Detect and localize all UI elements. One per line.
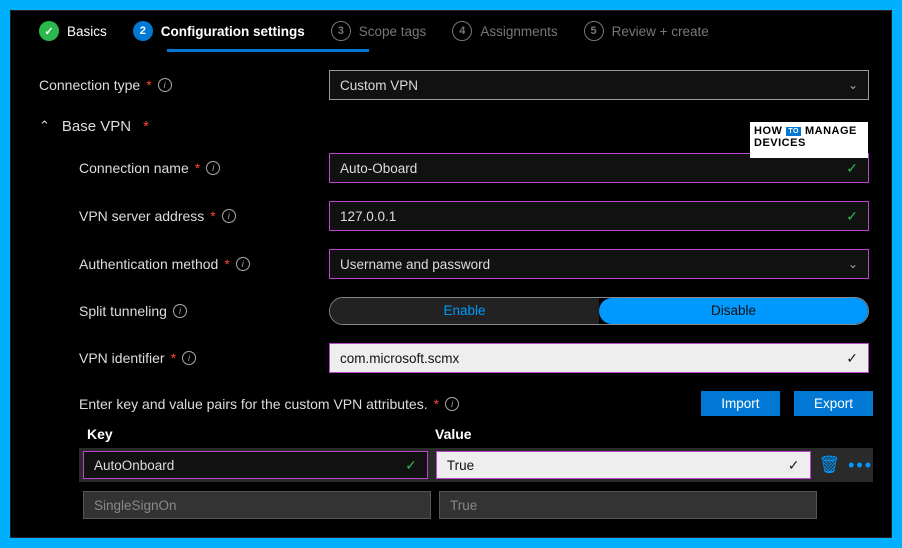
step-label: Review + create: [612, 24, 709, 39]
step-number: 2: [133, 21, 153, 41]
watermark-logo: HOWTOMANAGE DEVICES: [750, 122, 868, 158]
step-label: Scope tags: [359, 24, 427, 39]
step-assignments[interactable]: 4 Assignments: [452, 21, 557, 41]
check-icon: ✓: [405, 457, 417, 474]
step-basics[interactable]: ✓ Basics: [39, 21, 107, 41]
info-icon[interactable]: i: [206, 161, 220, 175]
info-icon[interactable]: i: [173, 304, 187, 318]
key-cell[interactable]: AutoOnboard ✓: [83, 451, 428, 479]
auth-method-select[interactable]: Username and password ⌄: [329, 249, 869, 279]
input-value: Auto-Oboard: [340, 161, 417, 176]
wizard-stepper: ✓ Basics 2 Configuration settings 3 Scop…: [39, 11, 873, 49]
step-number: 5: [584, 21, 604, 41]
input-value: 127.0.0.1: [340, 209, 396, 224]
vpn-server-input[interactable]: 127.0.0.1 ✓: [329, 201, 869, 231]
base-vpn-section-header[interactable]: ⌃ Base VPN*: [39, 118, 873, 135]
split-tunnel-toggle[interactable]: Enable Disable: [329, 297, 869, 325]
step-label: Assignments: [480, 24, 557, 39]
value-cell[interactable]: True: [439, 491, 817, 519]
check-icon: ✓: [39, 21, 59, 41]
step-number: 3: [331, 21, 351, 41]
table-row: AutoOnboard ✓ True ✓ 🗑 •••: [79, 448, 873, 482]
check-icon: ✓: [846, 350, 858, 367]
vpn-id-label: VPN identifier* i: [39, 350, 329, 366]
more-icon[interactable]: •••: [848, 455, 873, 476]
section-title: Base VPN: [62, 118, 131, 135]
step-scope[interactable]: 3 Scope tags: [331, 21, 427, 41]
step-label: Basics: [67, 24, 107, 39]
info-icon[interactable]: i: [236, 257, 250, 271]
step-number: 4: [452, 21, 472, 41]
step-label: Configuration settings: [161, 24, 305, 39]
kv-table: Key Value AutoOnboard ✓ True ✓ 🗑 ••• Sin…: [79, 426, 873, 522]
vpn-server-label: VPN server address* i: [39, 208, 329, 224]
info-icon[interactable]: i: [445, 397, 459, 411]
chevron-up-icon: ⌃: [39, 118, 50, 134]
select-value: Username and password: [340, 257, 490, 272]
input-value: com.microsoft.scmx: [340, 351, 459, 366]
check-icon: ✓: [788, 457, 800, 474]
check-icon: ✓: [846, 208, 858, 225]
info-icon[interactable]: i: [158, 78, 172, 92]
chevron-down-icon: ⌄: [848, 257, 858, 271]
col-value: Value: [435, 426, 472, 442]
step-config[interactable]: 2 Configuration settings: [133, 21, 305, 41]
kv-prompt: Enter key and value pairs for the custom…: [79, 396, 459, 412]
col-key: Key: [79, 426, 435, 442]
step-review[interactable]: 5 Review + create: [584, 21, 709, 41]
vpn-id-input[interactable]: com.microsoft.scmx ✓: [329, 343, 869, 373]
value-cell[interactable]: True ✓: [436, 451, 811, 479]
active-tab-underline: [167, 49, 369, 52]
info-icon[interactable]: i: [222, 209, 236, 223]
table-row: SingleSignOn True: [79, 488, 873, 522]
select-value: Custom VPN: [340, 78, 418, 93]
info-icon[interactable]: i: [182, 351, 196, 365]
toggle-disable[interactable]: Disable: [599, 298, 868, 324]
connection-name-label: Connection name* i: [39, 160, 329, 176]
auth-method-label: Authentication method* i: [39, 256, 329, 272]
key-cell[interactable]: SingleSignOn: [83, 491, 431, 519]
check-icon: ✓: [846, 160, 858, 177]
export-button[interactable]: Export: [794, 391, 873, 416]
connection-type-label: Connection type* i: [39, 77, 329, 93]
split-tunnel-label: Split tunneling i: [39, 303, 329, 319]
chevron-down-icon: ⌄: [848, 78, 858, 92]
toggle-enable[interactable]: Enable: [330, 298, 599, 324]
delete-icon[interactable]: 🗑: [819, 455, 841, 475]
import-button[interactable]: Import: [701, 391, 779, 416]
connection-type-select[interactable]: Custom VPN ⌄: [329, 70, 869, 100]
